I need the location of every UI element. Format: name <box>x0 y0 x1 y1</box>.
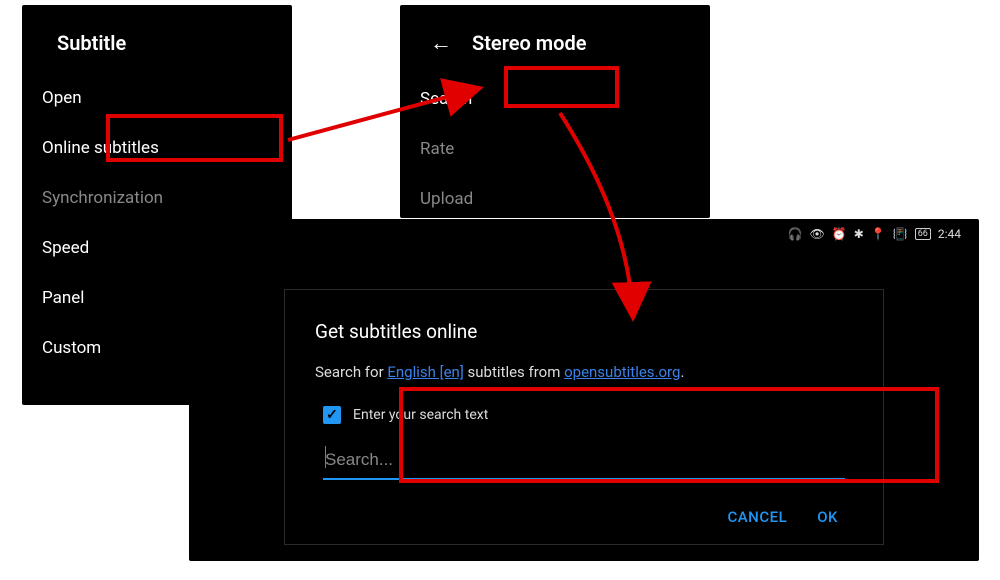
dialog-subtext: Search for English [en] subtitles from o… <box>315 363 853 381</box>
menu-item-search[interactable]: Search <box>400 74 710 124</box>
alarm-icon: ⏰ <box>832 227 847 241</box>
search-dialog-screen: 🎧 👁 ⏰ ✱ 📍 📳 66 2:44 Get subtitles online… <box>189 219 979 561</box>
back-arrow-icon[interactable]: ← <box>430 30 452 56</box>
menu-item-rate[interactable]: Rate <box>400 124 710 174</box>
bluetooth-icon: ✱ <box>854 227 864 241</box>
menu-item-synchronization[interactable]: Synchronization <box>22 173 292 223</box>
text-cursor <box>325 446 326 468</box>
dialog-title: Get subtitles online <box>315 320 853 343</box>
language-link[interactable]: English [en] <box>387 363 463 381</box>
battery-icon: 66 <box>915 228 931 240</box>
dialog-text-searchfor: Search for <box>315 363 387 381</box>
cancel-button[interactable]: CANCEL <box>727 508 787 526</box>
status-time: 2:44 <box>938 227 961 241</box>
enter-search-checkbox[interactable]: ✓ <box>323 406 341 424</box>
source-link[interactable]: opensubtitles.org <box>564 363 680 381</box>
headphones-icon: 🎧 <box>788 227 803 241</box>
search-input[interactable] <box>323 444 845 480</box>
subtitle-menu-title: Subtitle <box>22 23 292 73</box>
dialog-text-from: subtitles from <box>464 363 564 381</box>
menu-item-online-subtitles[interactable]: Online subtitles <box>22 123 292 173</box>
eye-icon: 👁 <box>810 227 825 241</box>
menu-item-open[interactable]: Open <box>22 73 292 123</box>
stereo-mode-title: Stereo mode <box>472 31 586 55</box>
menu-item-upload[interactable]: Upload <box>400 174 710 224</box>
get-subtitles-dialog: Get subtitles online Search for English … <box>284 289 884 545</box>
vibrate-icon: 📳 <box>893 227 908 241</box>
checkbox-label: Enter your search text <box>353 407 488 423</box>
location-icon: 📍 <box>871 227 886 241</box>
black-patch <box>240 222 360 247</box>
ok-button[interactable]: OK <box>817 508 838 526</box>
stereo-mode-panel: ← Stereo mode Search Rate Upload <box>400 5 710 218</box>
